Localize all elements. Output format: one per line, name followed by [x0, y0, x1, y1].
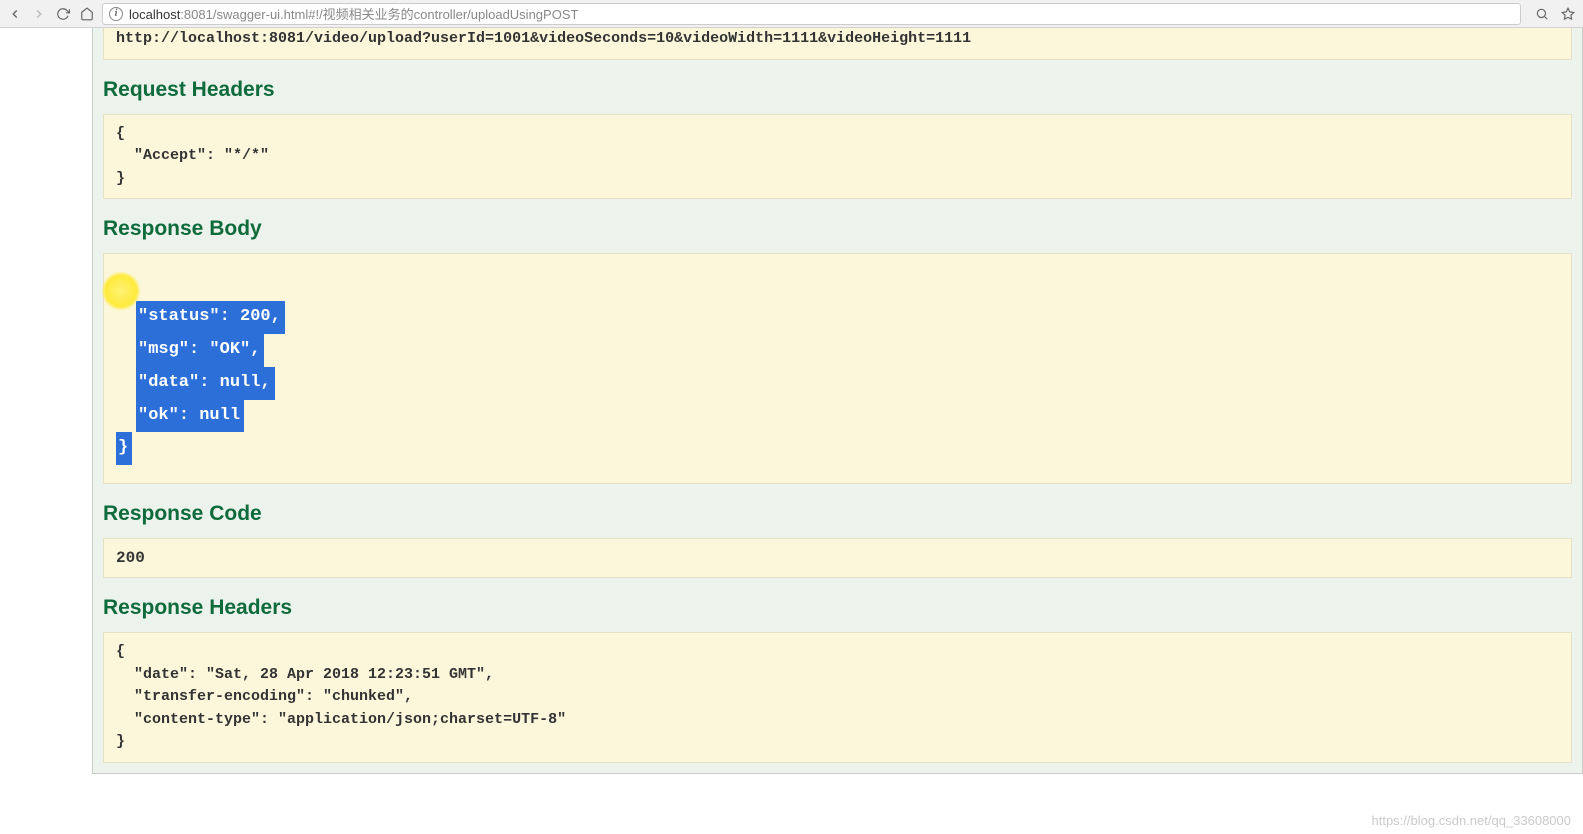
reload-button[interactable] [54, 5, 72, 23]
request-headers-title: Request Headers [103, 78, 1572, 102]
back-button[interactable] [6, 5, 24, 23]
response-headers-title: Response Headers [103, 596, 1572, 620]
address-bar[interactable]: i localhost:8081/swagger-ui.html#!/视频相关业… [102, 3, 1521, 25]
browser-toolbar: i localhost:8081/swagger-ui.html#!/视频相关业… [0, 0, 1583, 28]
swagger-operation-panel: http://localhost:8081/video/upload?userI… [92, 28, 1583, 774]
search-icon[interactable] [1533, 5, 1551, 23]
request-headers-box: { "Accept": "*/*" } [103, 114, 1572, 200]
forward-button[interactable] [30, 5, 48, 23]
response-code-box: 200 [103, 538, 1572, 578]
star-icon[interactable] [1559, 5, 1577, 23]
response-headers-box: { "date": "Sat, 28 Apr 2018 12:23:51 GMT… [103, 632, 1572, 763]
home-button[interactable] [78, 5, 96, 23]
site-info-icon[interactable]: i [109, 7, 123, 21]
response-body-box[interactable]: { "status": 200, "msg": "OK", "data": nu… [103, 253, 1572, 484]
response-code-title: Response Code [103, 502, 1572, 526]
response-body-title: Response Body [103, 217, 1572, 241]
request-url-box: http://localhost:8081/video/upload?userI… [103, 28, 1572, 60]
watermark: https://blog.csdn.net/qq_33608000 [1372, 813, 1572, 828]
url-text: localhost:8081/swagger-ui.html#!/视频相关业务的… [129, 4, 578, 23]
page-content: http://localhost:8081/video/upload?userI… [0, 28, 1583, 774]
